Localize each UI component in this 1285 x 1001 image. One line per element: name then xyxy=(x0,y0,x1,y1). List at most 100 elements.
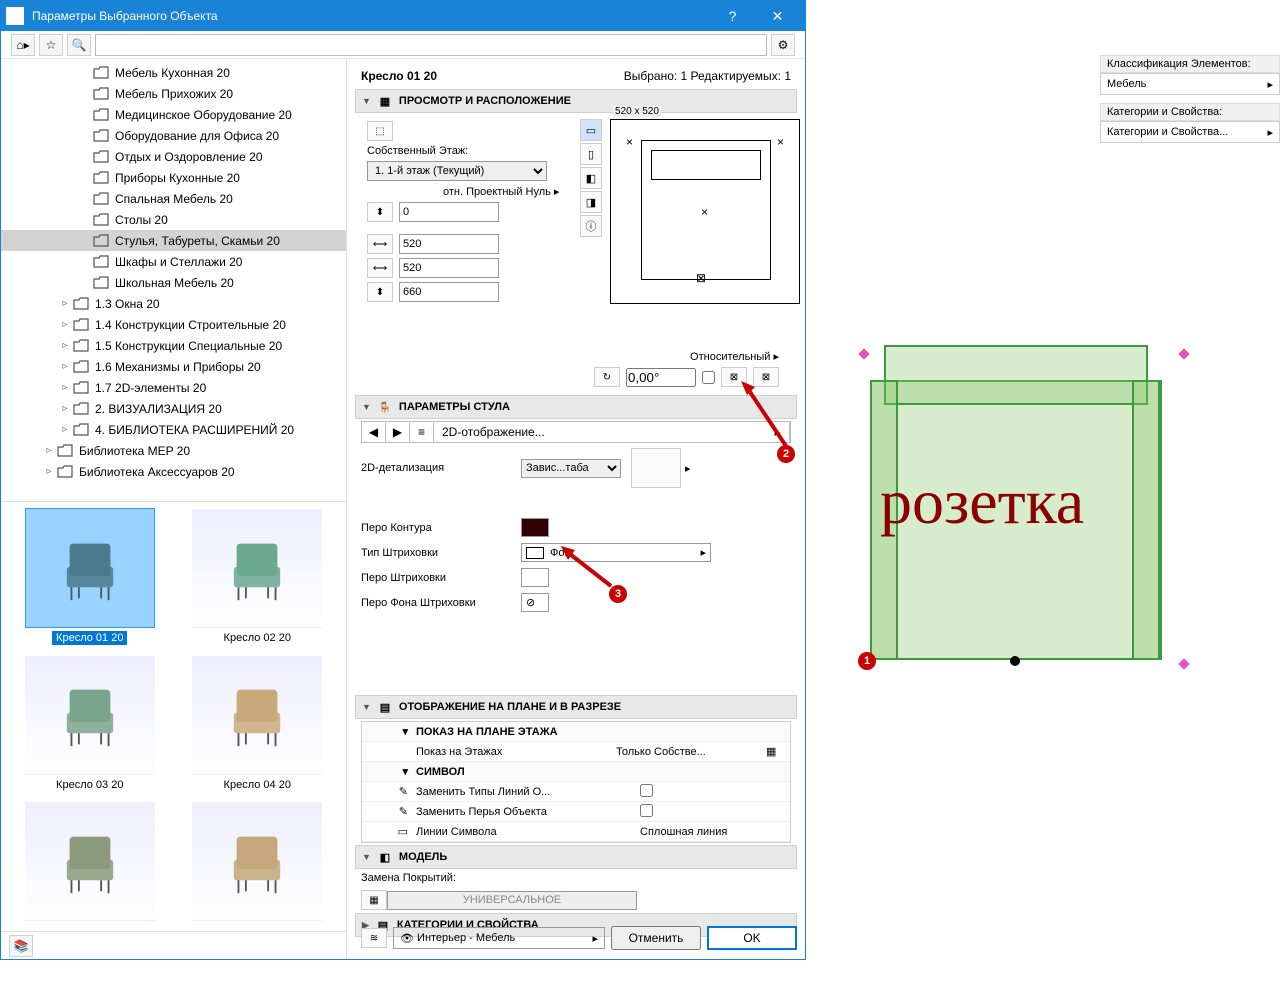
tree-item[interactable]: Мебель Прихожих 20 xyxy=(1,83,346,104)
contour-pen-control[interactable] xyxy=(521,518,549,537)
hatch-bg-pen-label: Перо Фона Штриховки xyxy=(361,597,521,609)
elevation-icon[interactable]: ⬚ xyxy=(367,121,393,141)
folder-icon xyxy=(93,213,109,227)
tree-item[interactable]: ▹1.7 2D-элементы 20 xyxy=(1,377,346,398)
settings-gear-icon[interactable]: ⚙ xyxy=(771,34,795,56)
nav-list-icon[interactable]: ≡ xyxy=(410,422,434,442)
canvas-overlay-text: розетка xyxy=(880,465,1084,539)
mirror-check[interactable] xyxy=(702,371,715,384)
selection-handle[interactable] xyxy=(1010,656,1020,666)
thumbnail-item[interactable]: Кресло 04 20 xyxy=(179,655,337,796)
nav-prev-button[interactable]: ◀ xyxy=(362,422,386,442)
thumbnail-item[interactable] xyxy=(11,801,169,925)
project-zero-label: отн. Проектный Нуль ▸ xyxy=(443,185,563,198)
folder-icon xyxy=(93,108,109,122)
library-manager-icon[interactable]: 📚 xyxy=(9,935,33,957)
folder-icon xyxy=(73,318,89,332)
snap-marker xyxy=(1178,658,1189,669)
tree-item[interactable]: ▹2. ВИЗУАЛИЗАЦИЯ 20 xyxy=(1,398,346,419)
tree-item[interactable]: Мебель Кухонная 20 xyxy=(1,62,346,83)
preview-3d-icon[interactable]: ◧ xyxy=(580,167,602,189)
ok-button[interactable]: OK xyxy=(707,926,797,950)
surface-icon[interactable]: ▦ xyxy=(361,890,387,910)
rotation-icon[interactable]: ↻ xyxy=(594,367,620,387)
nav-expand-button[interactable]: ▸ xyxy=(766,422,790,442)
tree-item-label: 4. БИБЛИОТЕКА РАСШИРЕНИЙ 20 xyxy=(95,423,294,437)
detail-select[interactable]: Завис...таба xyxy=(521,459,621,478)
nav-page-label: 2D-отображение... xyxy=(434,422,766,442)
tree-item[interactable]: Отдых и Оздоровление 20 xyxy=(1,146,346,167)
thumbnail-item[interactable]: Кресло 01 20 xyxy=(11,508,169,649)
preview-info-icon[interactable]: ⓘ xyxy=(580,215,602,237)
tree-item[interactable]: Стулья, Табуреты, Скамьи 20 xyxy=(1,230,346,251)
tree-item[interactable]: ▹Библиотека Аксессуаров 20 xyxy=(1,461,346,482)
thumbnail-item[interactable]: Кресло 03 20 xyxy=(11,655,169,796)
preview-viewport[interactable]: 520 x 520 × × × ⊠ xyxy=(610,119,800,304)
favorites-button[interactable]: ☆ xyxy=(39,34,63,56)
folder-icon xyxy=(93,129,109,143)
folder-icon xyxy=(73,360,89,374)
preview-elev-icon[interactable]: ▯ xyxy=(580,143,602,165)
tree-item[interactable]: Оборудование для Офиса 20 xyxy=(1,125,346,146)
home-story-select[interactable]: 1. 1-й этаж (Текущий) xyxy=(367,161,547,181)
cancel-button[interactable]: Отменить xyxy=(611,926,701,950)
tree-item[interactable]: ▹Библиотека MEP 20 xyxy=(1,440,346,461)
help-button[interactable]: ? xyxy=(710,1,755,31)
folder-icon xyxy=(93,171,109,185)
project-zero-input[interactable] xyxy=(399,202,499,222)
preview-2d-icon[interactable]: ▭ xyxy=(580,119,602,141)
tree-item[interactable]: Приборы Кухонные 20 xyxy=(1,167,346,188)
classification-value[interactable]: Мебель ▸ xyxy=(1100,73,1280,95)
close-button[interactable]: ✕ xyxy=(755,1,800,31)
search-input[interactable] xyxy=(95,34,767,56)
plan-display-table[interactable]: ▾ПОКАЗ НА ПЛАНЕ ЭТАЖА Показ на ЭтажахТол… xyxy=(361,721,791,843)
hatch-pen-control[interactable] xyxy=(521,568,549,587)
dim-z-input[interactable] xyxy=(399,282,499,302)
section-model[interactable]: ▼◧ МОДЕЛЬ xyxy=(355,845,797,869)
thumbnail-label: Кресло 04 20 xyxy=(220,778,295,792)
tree-item[interactable]: Шкафы и Стеллажи 20 xyxy=(1,251,346,272)
thumbnail-grid[interactable]: Кресло 01 20Кресло 02 20Кресло 03 20 Крес… xyxy=(1,501,346,931)
folder-icon xyxy=(73,423,89,437)
tree-item[interactable]: ▹1.4 Конструкции Строительные 20 xyxy=(1,314,346,335)
tree-item[interactable]: ▹4. БИБЛИОТЕКА РАСШИРЕНИЙ 20 xyxy=(1,419,346,440)
detail-preview-icon[interactable] xyxy=(631,448,681,488)
tree-item[interactable]: ▹1.6 Механизмы и Приборы 20 xyxy=(1,356,346,377)
mirror-x-icon[interactable]: ⊠ xyxy=(721,367,747,387)
override-linetypes-check[interactable] xyxy=(640,784,653,797)
dim-y-input[interactable] xyxy=(399,258,499,278)
preview-color-icon[interactable]: ◨ xyxy=(580,191,602,213)
rotation-input[interactable] xyxy=(626,368,696,387)
nav-next-button[interactable]: ▶ xyxy=(386,422,410,442)
override-surfaces-label: Замена Покрытий: xyxy=(361,872,456,884)
tree-item[interactable]: Спальная Мебель 20 xyxy=(1,188,346,209)
thumbnail-item[interactable]: Кресло 02 20 xyxy=(179,508,337,649)
tree-item[interactable]: ▹1.5 Конструкции Специальные 20 xyxy=(1,335,346,356)
layer-icon[interactable]: ≋ xyxy=(361,928,387,948)
tree-item[interactable]: Столы 20 xyxy=(1,209,346,230)
dim-x-input[interactable] xyxy=(399,234,499,254)
parameters-column: Кресло 01 20 Выбрано: 1 Редактируемых: 1… xyxy=(347,59,805,959)
universal-surface-button[interactable]: УНИВЕРСАЛЬНОЕ xyxy=(387,891,637,910)
section-plan-display[interactable]: ▼▤ ОТОБРАЖЕНИЕ НА ПЛАНЕ И В РАЗРЕЗЕ xyxy=(355,695,797,719)
categories-value[interactable]: Категории и Свойства... ▸ xyxy=(1100,121,1280,143)
hatch-bg-pen-control[interactable]: ⊘ xyxy=(521,593,549,612)
layer-combo[interactable]: 👁 Интерьер - Мебель▸ xyxy=(393,927,605,949)
hatch-type-control[interactable]: Фон▸ xyxy=(521,543,711,562)
drawing-canvas[interactable]: розетка 1 xyxy=(810,190,1285,1001)
dialog-title: Параметры Выбранного Объекта xyxy=(32,9,710,23)
dialog-titlebar[interactable]: Параметры Выбранного Объекта ? ✕ xyxy=(1,1,805,31)
section-view-position[interactable]: ▼▦ ПРОСМОТР И РАСПОЛОЖЕНИЕ xyxy=(355,89,797,113)
search-icon[interactable]: 🔍 xyxy=(67,34,91,56)
mirror-y-icon[interactable]: ⊠ xyxy=(753,367,779,387)
thumbnail-item[interactable] xyxy=(179,801,337,925)
tree-item[interactable]: Школьная Мебель 20 xyxy=(1,272,346,293)
section-chair-params[interactable]: ▼🪑 ПАРАМЕТРЫ СТУЛА xyxy=(355,395,797,419)
dim-x-icon: ⟷ xyxy=(367,234,393,254)
tree-mode-button[interactable]: ⌂▸ xyxy=(11,34,35,56)
override-pens-check[interactable] xyxy=(640,804,653,817)
tree-item[interactable]: ▹1.3 Окна 20 xyxy=(1,293,346,314)
library-tree[interactable]: Мебель Кухонная 20Мебель Прихожих 20Меди… xyxy=(1,59,346,501)
param-page-nav[interactable]: ◀ ▶ ≡ 2D-отображение... ▸ xyxy=(361,421,791,443)
tree-item[interactable]: Медицинское Оборудование 20 xyxy=(1,104,346,125)
